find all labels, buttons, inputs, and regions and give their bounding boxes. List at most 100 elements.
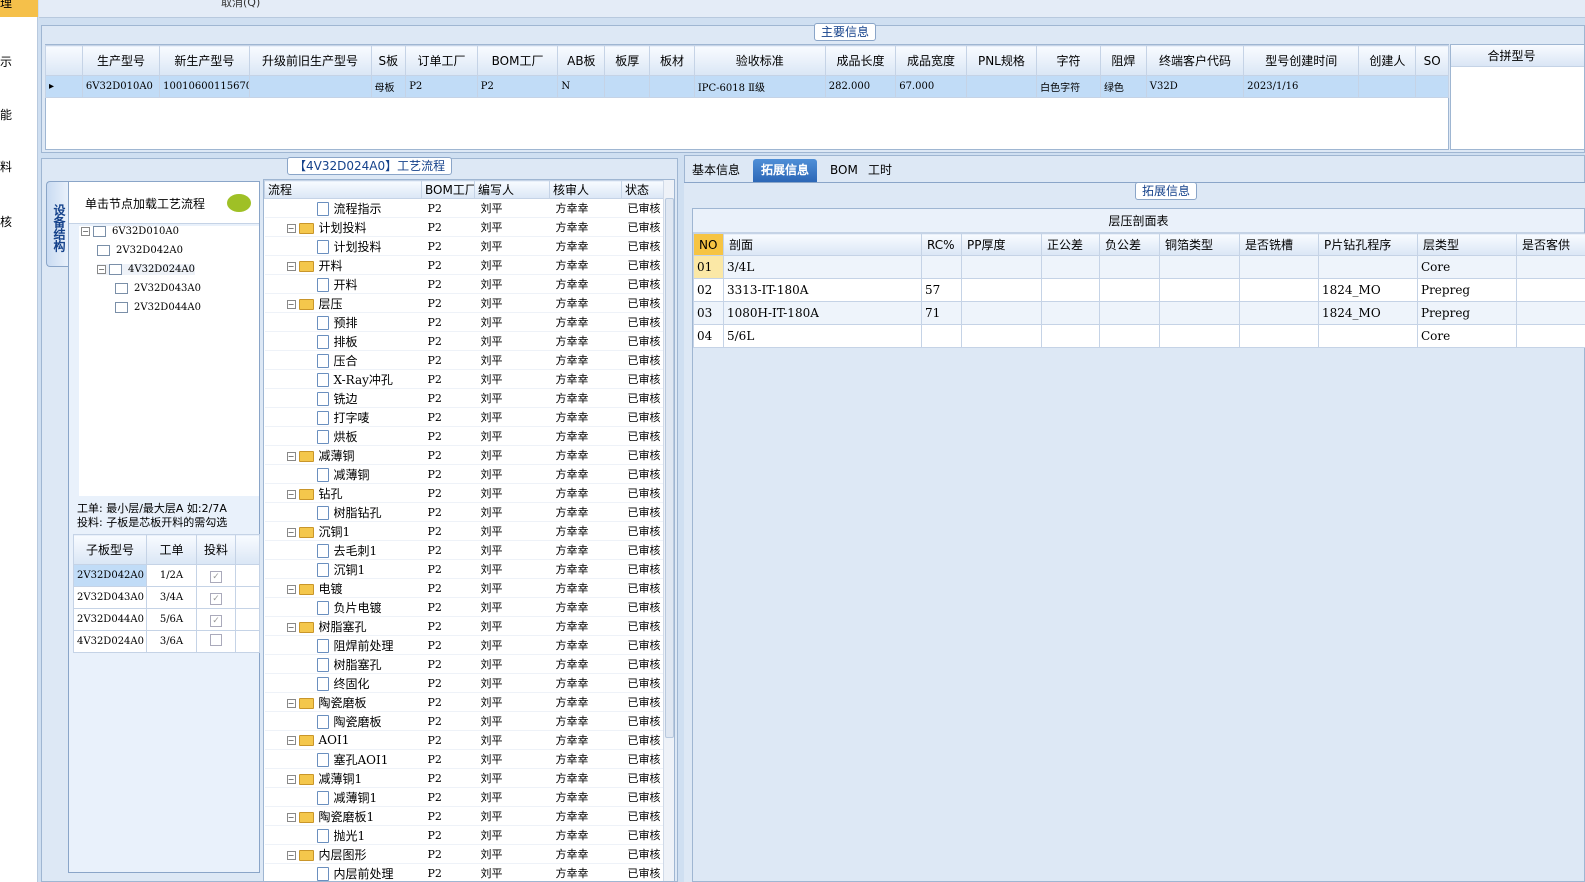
flow-name-cell[interactable]: 树脂钻孔 — [264, 502, 422, 522]
flow-status[interactable]: 已审核 — [621, 711, 665, 731]
tree-node[interactable]: − 6V32D010A0 — [81, 226, 179, 237]
flow-writer[interactable]: 刘平 — [474, 521, 550, 541]
column-header[interactable]: 是否客供 — [1516, 233, 1585, 256]
flow-status[interactable]: 已审核 — [621, 730, 665, 750]
column-header[interactable]: RC% — [921, 233, 962, 256]
table-cell[interactable] — [1041, 255, 1100, 279]
flow-reviewer[interactable]: 方幸幸 — [549, 521, 622, 541]
table-cell[interactable]: 母板 — [370, 75, 407, 98]
table-cell[interactable]: 3/4L — [723, 255, 922, 279]
flow-reviewer[interactable]: 方幸幸 — [549, 578, 622, 598]
flow-status[interactable]: 已审核 — [621, 388, 665, 408]
column-header[interactable]: 是否铣槽 — [1239, 233, 1319, 256]
flow-reviewer[interactable]: 方幸幸 — [549, 540, 622, 560]
flow-status[interactable]: 已审核 — [621, 502, 665, 522]
flow-writer[interactable]: 刘平 — [474, 331, 550, 351]
flow-bom[interactable]: P2 — [421, 293, 475, 313]
flow-name-cell[interactable]: 负片电镀 — [264, 597, 422, 617]
flow-reviewer[interactable]: 方幸幸 — [549, 388, 622, 408]
flow-writer[interactable]: 刘平 — [474, 863, 550, 881]
checkbox[interactable] — [210, 634, 222, 646]
table-row[interactable]: 02 3313-IT-180A 57 1824_MO Prepreg — [693, 278, 1585, 302]
column-header[interactable]: 流程 — [264, 180, 422, 199]
expander-icon[interactable]: − — [286, 850, 296, 860]
flow-row[interactable]: − 计划投料 P2 刘平 方幸幸 已审核 — [264, 217, 665, 237]
tree-node[interactable]: 2V32D044A0 — [115, 302, 201, 313]
table-cell[interactable] — [1516, 255, 1585, 279]
checkbox[interactable] — [115, 302, 128, 313]
table-cell[interactable] — [1099, 255, 1160, 279]
flow-writer[interactable]: 刘平 — [474, 274, 550, 294]
flow-row[interactable]: 压合 P2 刘平 方幸幸 已审核 — [264, 350, 665, 370]
flow-reviewer[interactable]: 方幸幸 — [549, 198, 622, 218]
flow-name-cell[interactable]: X-Ray冲孔 — [264, 369, 422, 389]
flow-status[interactable]: 已审核 — [621, 578, 665, 598]
table-cell[interactable] — [961, 278, 1042, 302]
flow-status[interactable]: 已审核 — [621, 768, 665, 788]
table-cell[interactable] — [1358, 75, 1417, 98]
flow-name-cell[interactable]: 预排 — [264, 312, 422, 332]
table-cell[interactable]: 1824_MO — [1318, 278, 1418, 302]
table-cell[interactable]: 绿色 — [1099, 75, 1147, 98]
column-header[interactable]: 型号创建时间 — [1243, 45, 1360, 76]
table-cell[interactable]: 5/6A — [146, 608, 197, 631]
flow-status[interactable]: 已审核 — [621, 274, 665, 294]
flow-reviewer[interactable]: 方幸幸 — [549, 768, 622, 788]
flow-bom[interactable]: P2 — [421, 445, 475, 465]
flow-bom[interactable]: P2 — [421, 768, 475, 788]
flow-row[interactable]: 内层前处理 P2 刘平 方幸幸 已审核 — [264, 863, 665, 881]
flow-bom[interactable]: P2 — [421, 312, 475, 332]
flow-status[interactable]: 已审核 — [621, 312, 665, 332]
expander-icon[interactable]: − — [286, 489, 296, 499]
flow-writer[interactable]: 刘平 — [474, 217, 550, 237]
flow-bom[interactable]: P2 — [421, 426, 475, 446]
flow-row[interactable]: 陶瓷磨板 P2 刘平 方幸幸 已审核 — [264, 711, 665, 731]
column-header[interactable]: 层类型 — [1417, 233, 1517, 256]
flow-bom[interactable]: P2 — [421, 274, 475, 294]
table-cell[interactable]: 2V32D044A0 — [73, 608, 147, 631]
flow-row[interactable]: 烘板 P2 刘平 方幸幸 已审核 — [264, 426, 665, 446]
checkbox-cell[interactable]: ✓ — [196, 608, 236, 631]
table-row[interactable]: 2V32D042A0 1/2A ✓ — [73, 564, 260, 587]
flow-status[interactable]: 已审核 — [621, 749, 665, 769]
column-header[interactable]: PP厚度 — [961, 233, 1042, 256]
column-header[interactable]: 子板型号 — [73, 534, 147, 565]
flow-name-cell[interactable]: 开料 — [264, 274, 422, 294]
flow-writer[interactable]: 刘平 — [474, 654, 550, 674]
flow-row[interactable]: 开料 P2 刘平 方幸幸 已审核 — [264, 274, 665, 294]
flow-row[interactable]: 预排 P2 刘平 方幸幸 已审核 — [264, 312, 665, 332]
flow-row[interactable]: 沉铜1 P2 刘平 方幸幸 已审核 — [264, 559, 665, 579]
flow-writer[interactable]: 刘平 — [474, 483, 550, 503]
flow-writer[interactable]: 刘平 — [474, 293, 550, 313]
column-header[interactable]: 订单工厂 — [405, 45, 478, 76]
tree-node[interactable]: − 4V32D024A0 — [97, 264, 195, 275]
flow-status[interactable]: 已审核 — [621, 540, 665, 560]
flow-name-cell[interactable]: 去毛刺1 — [264, 540, 422, 560]
tab-3[interactable]: 工时 — [860, 159, 900, 183]
flow-reviewer[interactable]: 方幸幸 — [549, 673, 622, 693]
flow-bom[interactable]: P2 — [421, 502, 475, 522]
expander-icon[interactable]: − — [286, 261, 296, 271]
flow-bom[interactable]: P2 — [421, 616, 475, 636]
flow-status[interactable]: 已审核 — [621, 673, 665, 693]
flow-writer[interactable]: 刘平 — [474, 502, 550, 522]
side-tab-device-structure[interactable]: 设备结构 — [46, 181, 68, 267]
flow-row[interactable]: 排板 P2 刘平 方幸幸 已审核 — [264, 331, 665, 351]
flow-reviewer[interactable]: 方幸幸 — [549, 407, 622, 427]
flow-bom[interactable]: P2 — [421, 692, 475, 712]
column-header[interactable]: 生产型号 — [81, 45, 161, 76]
flow-name-cell[interactable]: 沉铜1 — [264, 559, 422, 579]
flow-row[interactable]: − 陶瓷磨板1 P2 刘平 方幸幸 已审核 — [264, 806, 665, 826]
checked-icon[interactable]: ✓ — [210, 571, 222, 583]
flow-reviewer[interactable]: 方幸幸 — [549, 559, 622, 579]
column-header[interactable]: 正公差 — [1041, 233, 1100, 256]
table-cell[interactable] — [1041, 301, 1100, 325]
row-selector-header[interactable] — [45, 45, 83, 76]
flow-status[interactable]: 已审核 — [621, 369, 665, 389]
flow-scrollbar[interactable] — [663, 180, 674, 881]
table-cell[interactable] — [1041, 278, 1100, 302]
flow-row[interactable]: 减薄铜1 P2 刘平 方幸幸 已审核 — [264, 787, 665, 807]
flow-reviewer[interactable]: 方幸幸 — [549, 616, 622, 636]
flow-name-cell[interactable]: 打字唛 — [264, 407, 422, 427]
column-header[interactable]: 创建人 — [1358, 45, 1417, 76]
